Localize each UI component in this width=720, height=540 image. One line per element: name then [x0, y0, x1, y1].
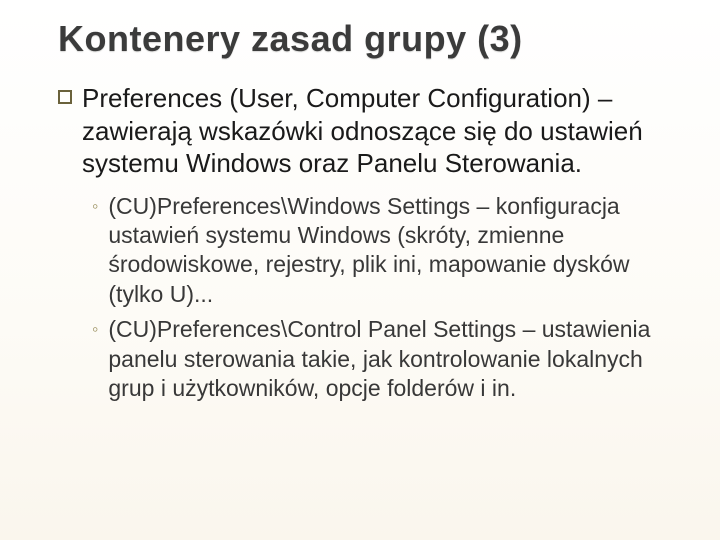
sub-list: ◦ (CU)Preferences\Windows Settings – kon…	[92, 192, 680, 404]
square-bullet-icon	[58, 90, 72, 104]
list-item: ◦ (CU)Preferences\Windows Settings – kon…	[92, 192, 680, 310]
circle-bullet-icon: ◦	[92, 319, 98, 341]
list-item-text: Preferences (User, Computer Configuratio…	[82, 82, 680, 180]
list-item-text: (CU)Preferences\Windows Settings – konfi…	[108, 192, 680, 310]
list-item: ◦ (CU)Preferences\Control Panel Settings…	[92, 315, 680, 403]
list-item-text: (CU)Preferences\Control Panel Settings –…	[108, 315, 680, 403]
circle-bullet-icon: ◦	[92, 196, 98, 218]
slide: Kontenery zasad grupy (3) Preferences (U…	[0, 0, 720, 540]
list-item: Preferences (User, Computer Configuratio…	[58, 82, 680, 180]
slide-title: Kontenery zasad grupy (3)	[58, 18, 680, 60]
